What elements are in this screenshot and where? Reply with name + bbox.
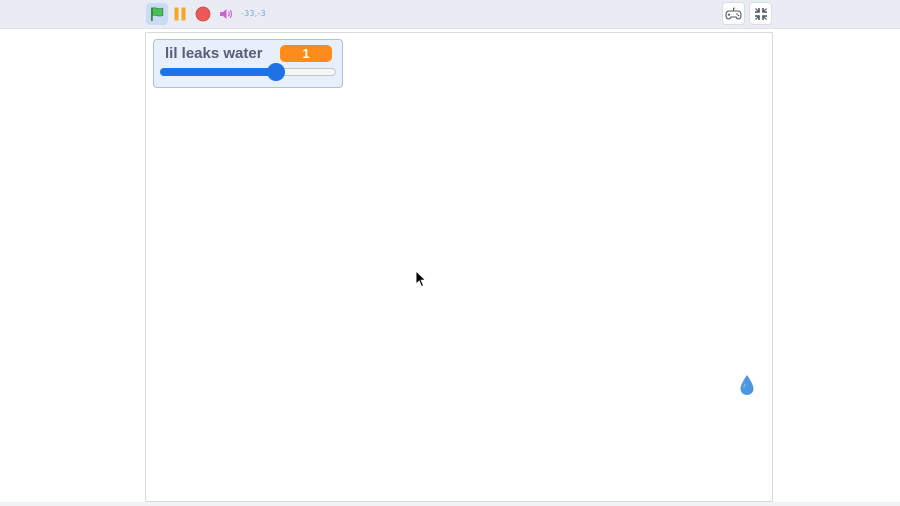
bottom-edge bbox=[0, 502, 900, 506]
slider-fill bbox=[160, 68, 276, 76]
variable-slider[interactable] bbox=[160, 63, 336, 81]
stage-canvas[interactable]: lil leaks water 1 bbox=[145, 32, 773, 502]
mouse-pointer-icon bbox=[415, 270, 427, 288]
slider-thumb[interactable] bbox=[267, 63, 285, 81]
mouse-coordinates: -33,-3 bbox=[241, 9, 266, 18]
variable-slider-monitor: lil leaks water 1 bbox=[153, 39, 343, 88]
water-drop-icon[interactable] bbox=[739, 374, 755, 396]
sound-button[interactable] bbox=[215, 3, 237, 25]
stop-icon bbox=[195, 6, 211, 22]
green-flag-button[interactable] bbox=[146, 3, 168, 25]
green-flag-icon bbox=[151, 7, 164, 21]
variable-value: 1 bbox=[280, 45, 332, 62]
stop-button[interactable] bbox=[192, 3, 214, 25]
variable-name: lil leaks water bbox=[165, 45, 263, 62]
exit-fullscreen-icon bbox=[754, 7, 767, 20]
pause-button[interactable] bbox=[169, 3, 191, 25]
player-toolbar: -33,-3 bbox=[0, 0, 900, 29]
exit-fullscreen-button[interactable] bbox=[749, 2, 772, 25]
pause-icon bbox=[174, 7, 186, 21]
sound-icon bbox=[220, 9, 232, 19]
gamepad-icon bbox=[725, 7, 742, 20]
gamepad-button[interactable] bbox=[722, 2, 745, 25]
